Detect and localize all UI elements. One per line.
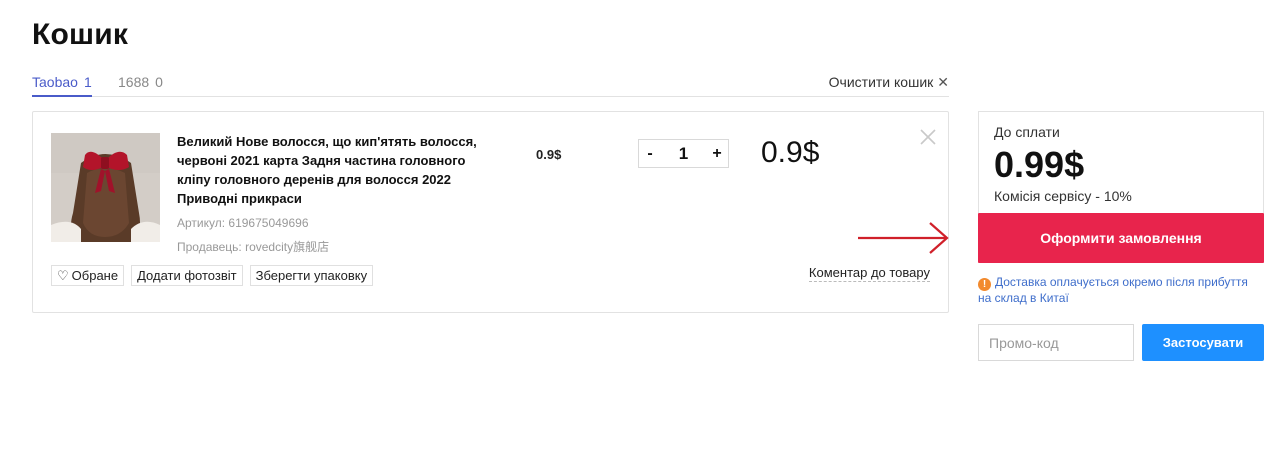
arrow-icon xyxy=(858,222,949,254)
favorite-label: Обране xyxy=(71,268,119,283)
item-actions: ♡ Обране Додати фотозвіт Зберегти упаков… xyxy=(51,265,374,286)
product-image[interactable] xyxy=(51,133,160,242)
tab-count: 0 xyxy=(155,74,163,90)
tab-taobao[interactable]: Taobao 1 xyxy=(32,74,92,97)
promo-code-input[interactable] xyxy=(978,324,1134,361)
close-icon: ✕ xyxy=(937,74,949,90)
heart-icon: ♡ xyxy=(57,267,69,283)
warning-icon: ! xyxy=(978,278,991,291)
delivery-notice: ! Доставка оплачується окремо після прибу… xyxy=(978,275,1264,306)
tab-label: 1688 xyxy=(118,74,150,90)
checkout-button[interactable]: Оформити замовлення xyxy=(978,213,1264,263)
remove-item-button[interactable] xyxy=(917,126,939,148)
save-packaging-label: Зберегти упаковку xyxy=(255,268,368,283)
summary-amount: 0.99$ xyxy=(994,144,1085,185)
product-seller: Продавець: rovedcity旗舰店 xyxy=(177,240,330,254)
tab-label: Taobao xyxy=(32,74,78,90)
summary-label: До сплати xyxy=(994,124,1060,140)
close-icon xyxy=(920,129,936,145)
order-summary: До сплати 0.99$ Комісія сервісу - 10% xyxy=(978,111,1264,213)
add-photo-report-button[interactable]: Додати фотозвіт xyxy=(131,265,243,286)
quantity-increase-button[interactable]: + xyxy=(706,140,728,167)
cart-tabs: Taobao 1 1688 0 Очистити кошик ✕ xyxy=(32,70,949,97)
item-total-price: 0.9$ xyxy=(761,136,820,169)
item-comment-link[interactable]: Коментар до товару xyxy=(808,265,930,282)
product-title[interactable]: Великий Нове волосся, що кип'ятять волос… xyxy=(177,132,487,208)
clear-cart-label: Очистити кошик xyxy=(828,74,934,90)
add-photo-report-label: Додати фотозвіт xyxy=(137,268,237,283)
save-packaging-button[interactable]: Зберегти упаковку xyxy=(249,265,374,286)
tab-count: 1 xyxy=(83,74,92,90)
favorite-button[interactable]: ♡ Обране xyxy=(51,265,125,286)
service-fee: Комісія сервісу - 10% xyxy=(994,188,1132,204)
page-title: Кошик xyxy=(32,18,129,51)
delivery-notice-text: Доставка оплачується окремо після прибут… xyxy=(978,275,1248,305)
quantity-decrease-button[interactable]: - xyxy=(639,140,661,167)
quantity-value[interactable]: 1 xyxy=(679,144,688,164)
quantity-stepper: - 1 + xyxy=(638,139,729,168)
apply-promo-button[interactable]: Застосувати xyxy=(1142,324,1264,361)
clear-cart-button[interactable]: Очистити кошик ✕ xyxy=(829,74,949,91)
unit-price: 0.9$ xyxy=(536,147,562,162)
cart-item-card: Великий Нове волосся, що кип'ятять волос… xyxy=(32,111,949,313)
tab-1688[interactable]: 1688 0 xyxy=(118,74,163,96)
product-article: Артикул: 619675049696 xyxy=(177,216,309,230)
product-photo-graphic xyxy=(51,133,160,242)
